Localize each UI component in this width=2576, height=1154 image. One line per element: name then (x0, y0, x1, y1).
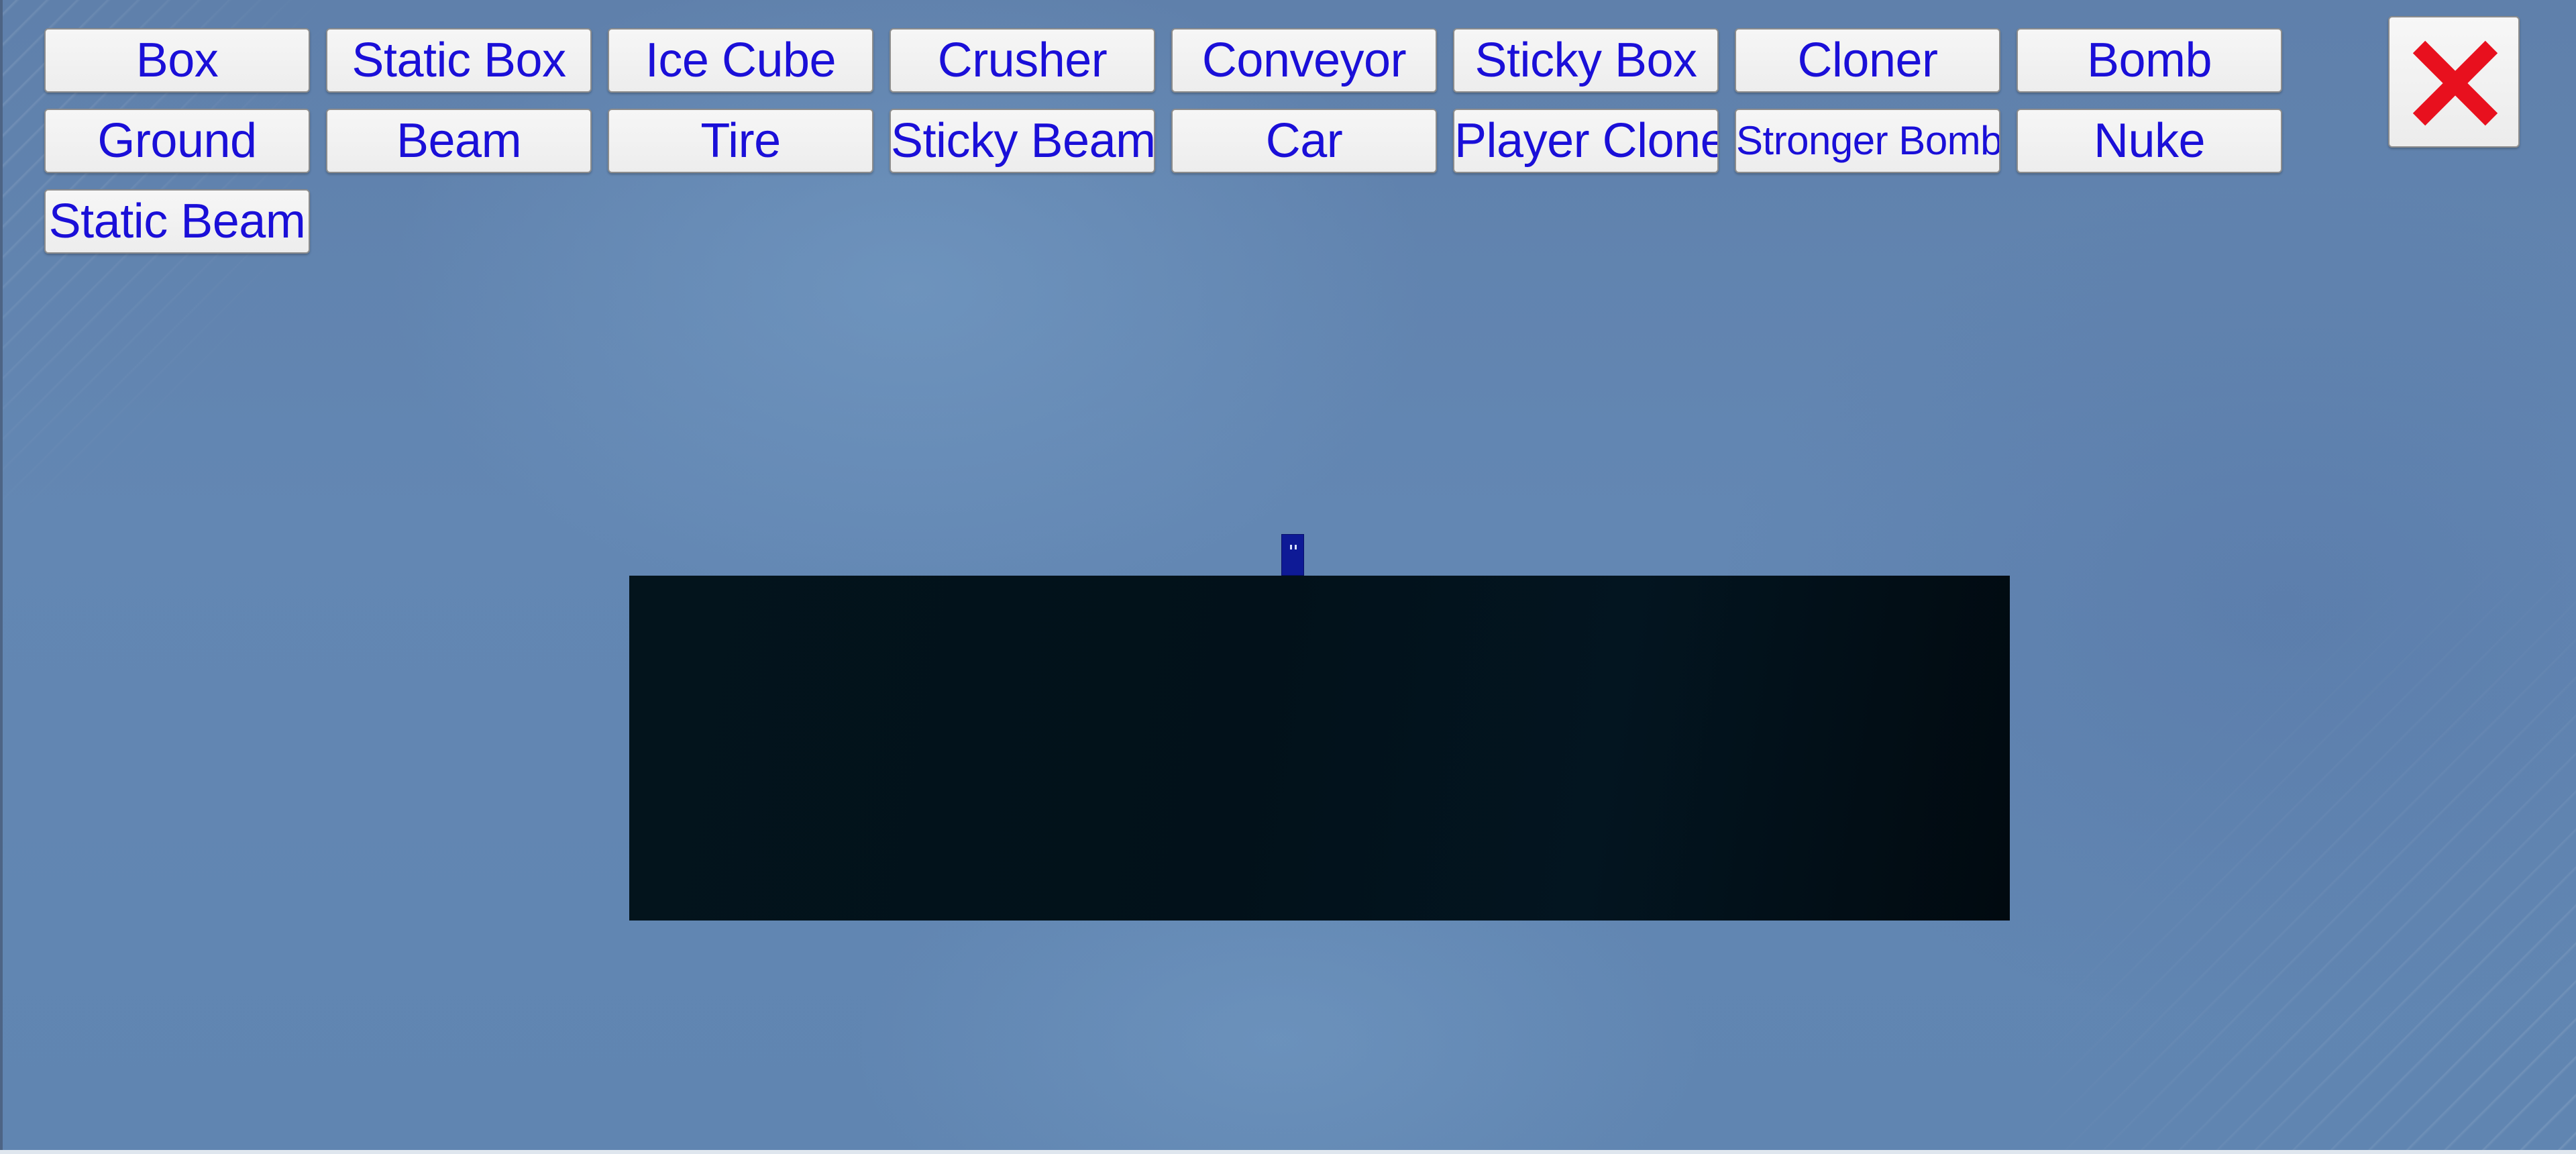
spawn-beam-button[interactable]: Beam (326, 109, 592, 173)
player-eye-right (1295, 545, 1297, 549)
player-character[interactable] (1281, 534, 1304, 576)
ground-platform (629, 576, 2010, 921)
game-viewport[interactable]: Box Static Box Ice Cube Crusher Conveyor… (0, 0, 2576, 1150)
spawn-ice-cube-button[interactable]: Ice Cube (608, 28, 873, 93)
close-button[interactable] (2388, 16, 2520, 148)
spawn-tire-button[interactable]: Tire (608, 109, 873, 173)
spawn-ground-button[interactable]: Ground (44, 109, 310, 173)
spawn-sticky-beam-button[interactable]: Sticky Beam (890, 109, 1155, 173)
spawn-crusher-button[interactable]: Crusher (890, 28, 1155, 93)
spawn-bomb-button[interactable]: Bomb (2017, 28, 2282, 93)
spawn-nuke-button[interactable]: Nuke (2017, 109, 2282, 173)
spawn-cloner-button[interactable]: Cloner (1735, 28, 2000, 93)
player-eye-left (1290, 545, 1292, 549)
spawn-player-clone-button[interactable]: Player Clone (1453, 109, 1719, 173)
spawn-static-box-button[interactable]: Static Box (326, 28, 592, 93)
spawn-car-button[interactable]: Car (1171, 109, 1437, 173)
bottom-edge (0, 1150, 2576, 1154)
spawn-toolbar: Box Static Box Ice Cube Crusher Conveyor… (44, 28, 2285, 254)
spawn-conveyor-button[interactable]: Conveyor (1171, 28, 1437, 93)
close-icon (2412, 40, 2498, 126)
spawn-sticky-box-button[interactable]: Sticky Box (1453, 28, 1719, 93)
spawn-stronger-bomb-button[interactable]: Stronger Bomb (1735, 109, 2000, 173)
spawn-static-beam-button[interactable]: Static Beam (44, 189, 310, 254)
spawn-box-button[interactable]: Box (44, 28, 310, 93)
